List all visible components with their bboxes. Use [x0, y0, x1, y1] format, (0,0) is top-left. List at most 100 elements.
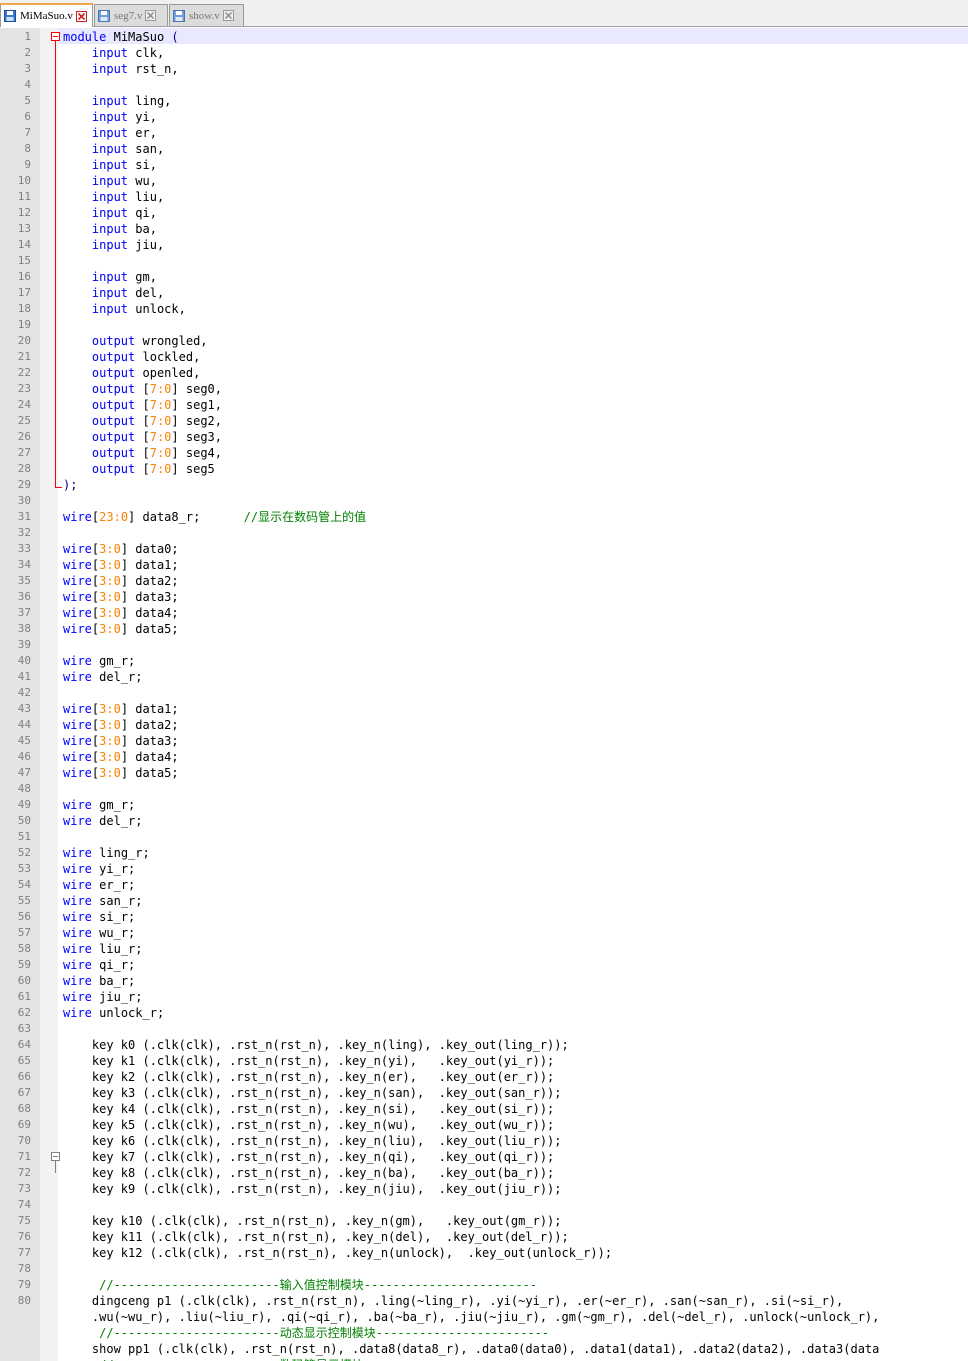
line-number: 19	[17, 318, 31, 331]
line-number: 53	[17, 862, 31, 875]
code-token: ] data2;	[120, 574, 179, 588]
code-line: output [7:0] seg4,	[63, 445, 222, 461]
code-line: key k7 (.clk(clk), .rst_n(rst_n), .key_n…	[63, 1149, 554, 1165]
code-line: output [7:0] seg0,	[63, 381, 222, 397]
code-token: wu_r;	[99, 926, 136, 940]
code-token: ] seg0,	[171, 382, 222, 396]
tab-seg7[interactable]: seg7.v	[94, 4, 168, 26]
keyword-token: output	[91, 398, 136, 412]
line-number: 18	[17, 302, 31, 315]
code-editor[interactable]: 1 2 3 4 5 6 7 8 9 10 11 12 13 14 15 16 17 18 19 20 21 22 23 24 2…	[0, 28, 968, 1361]
code-token: unlock,	[135, 302, 186, 316]
line-number: 41	[17, 670, 31, 683]
keyword-token: output	[91, 366, 136, 380]
code-line: key k2 (.clk(clk), .rst_n(rst_n), .key_n…	[63, 1069, 554, 1085]
line-number: 33	[17, 542, 31, 555]
line-number: 72	[17, 1166, 31, 1179]
number-token: 3:0	[99, 702, 121, 716]
keyword-token: input	[91, 190, 129, 204]
code-token: gm_r;	[99, 798, 136, 812]
code-token: qi_r;	[99, 958, 136, 972]
line-number: 57	[17, 926, 31, 939]
line-number: 47	[17, 766, 31, 779]
code-token: key k10 (.clk(clk), .rst_n(rst_n), .key_…	[63, 1214, 562, 1228]
line-number: 63	[17, 1022, 31, 1035]
code-token: wrongled,	[142, 334, 208, 348]
code-token: yi_r;	[99, 862, 136, 876]
keyword-token: wire	[63, 622, 92, 636]
line-number: 50	[17, 814, 31, 827]
code-token: key k1 (.clk(clk), .rst_n(rst_n), .key_n…	[63, 1054, 555, 1068]
code-text-area[interactable]: module MiMaSuo ( input clk, input rst_n,…	[63, 28, 968, 1361]
line-number: 37	[17, 606, 31, 619]
line-number: 38	[17, 622, 31, 635]
number-token: 7:0	[149, 382, 172, 396]
floppy-disk-icon	[173, 9, 185, 22]
fold-range-end	[55, 487, 62, 488]
code-token: key k6 (.clk(clk), .rst_n(rst_n), .key_n…	[63, 1134, 562, 1148]
code-line: output [7:0] seg2,	[63, 413, 222, 429]
code-line: wire san_r;	[63, 893, 143, 909]
close-x-icon[interactable]	[222, 10, 234, 21]
code-line: wire[3:0] data1;	[63, 701, 179, 717]
close-x-icon[interactable]	[145, 10, 157, 21]
keyword-token: wire	[63, 942, 92, 956]
line-number: 20	[17, 334, 31, 347]
keyword-token: wire	[63, 510, 92, 524]
number-token: 3:0	[99, 750, 121, 764]
code-line: input san,	[63, 141, 164, 157]
code-token: show pp1 (.clk(clk), .rst_n(rst_n), .dat…	[63, 1342, 880, 1356]
code-line: module MiMaSuo (	[63, 29, 179, 45]
code-token: key k5 (.clk(clk), .rst_n(rst_n), .key_n…	[63, 1118, 555, 1132]
line-number: 43	[17, 702, 31, 715]
code-line: key k6 (.clk(clk), .rst_n(rst_n), .key_n…	[63, 1133, 562, 1149]
keyword-token: output	[91, 414, 136, 428]
line-number: 28	[17, 462, 31, 475]
line-number: 36	[17, 590, 31, 603]
line-number: 52	[17, 846, 31, 859]
code-token: ] seg1,	[171, 398, 222, 412]
tab-mimasuo[interactable]: MiMaSuo.v	[0, 3, 93, 27]
line-number: 32	[17, 526, 31, 539]
code-line: wire liu_r;	[63, 941, 143, 957]
keyword-token: wire	[63, 606, 92, 620]
code-line: input er,	[63, 125, 157, 141]
line-number	[0, 1325, 31, 1341]
number-token: 3:0	[99, 606, 121, 620]
code-line: wire[3:0] data2;	[63, 573, 179, 589]
keyword-token: input	[91, 270, 129, 284]
number-token: 7:0	[149, 462, 172, 476]
code-line: input rst_n,	[63, 61, 179, 77]
line-number: 79	[17, 1278, 31, 1291]
tab-show[interactable]: show.v	[169, 4, 244, 26]
code-line: input unlock,	[63, 301, 186, 317]
keyword-token: input	[91, 142, 129, 156]
keyword-token: module	[63, 30, 107, 44]
code-token: openled,	[142, 366, 201, 380]
line-number: 9	[24, 158, 31, 171]
keyword-token: output	[91, 382, 136, 396]
code-line: wire[3:0] data3;	[63, 589, 179, 605]
keyword-token: wire	[63, 590, 92, 604]
keyword-token: wire	[63, 1006, 92, 1020]
code-line: .wu(~wu_r), .liu(~liu_r), .qi(~qi_r), .b…	[63, 1309, 880, 1325]
close-x-icon[interactable]	[75, 10, 87, 22]
code-token: yi,	[135, 110, 157, 124]
code-line: wire[3:0] data5;	[63, 621, 179, 637]
line-number: 2	[24, 46, 31, 59]
code-token: key k9 (.clk(clk), .rst_n(rst_n), .key_n…	[63, 1182, 562, 1196]
fold-minus-icon[interactable]	[51, 32, 60, 41]
code-token: ] data8_r;	[128, 510, 244, 524]
fold-minus-icon[interactable]	[51, 1152, 60, 1161]
line-number: 24	[17, 398, 31, 411]
number-token: 7:0	[149, 398, 172, 412]
code-line: output [7:0] seg1,	[63, 397, 222, 413]
code-line: input del,	[63, 285, 164, 301]
keyword-token: wire	[63, 958, 92, 972]
line-number: 5	[24, 94, 31, 107]
